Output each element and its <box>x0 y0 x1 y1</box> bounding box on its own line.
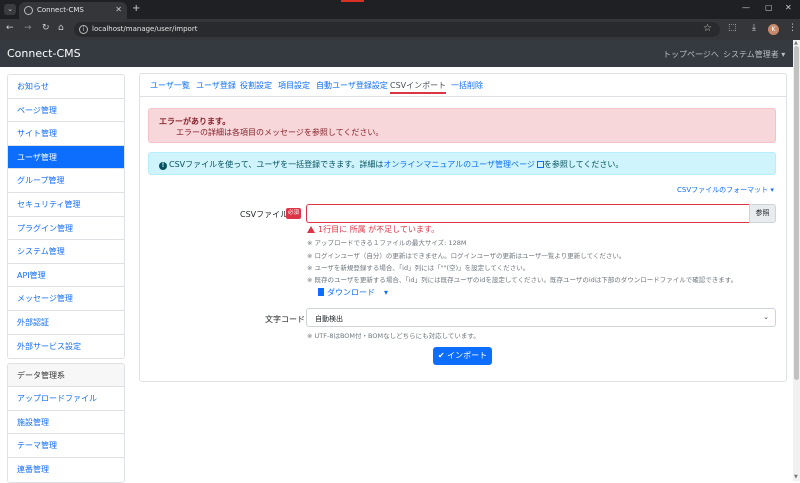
tab-bulk-delete[interactable]: 一括削除 <box>451 80 483 91</box>
csv-format-dropdown[interactable]: CSVファイルのフォーマット ▾ <box>677 185 774 195</box>
tab-divider <box>140 96 786 97</box>
note-max-size: ※ アップロードできる１ファイルの最大サイズ: 128M <box>307 239 467 247</box>
download-button[interactable]: ダウンロード ▾ <box>318 287 388 298</box>
error-alert: エラーがあります。 エラーの詳細は各項目のメッセージを参照してください。 <box>148 108 776 143</box>
sidebar-item-service[interactable]: 外部サービス設定 <box>8 334 124 359</box>
profile-avatar[interactable]: K <box>768 24 779 35</box>
encoding-select[interactable]: 自動検出 ⌄ <box>306 308 776 327</box>
tab-csv-import[interactable]: CSVインポート <box>390 80 447 94</box>
tab-search-button[interactable]: ⌄ <box>4 4 16 15</box>
note-new-user-id: ※ ユーザを新規登録する場合、「id」列には「""(空)」を設定してください。 <box>307 264 530 272</box>
csv-error-message: 1行目に 所属 が不足しています。 <box>318 225 440 234</box>
tab-close-icon[interactable]: ✕ <box>115 5 122 14</box>
browser-toolbar: ← → ↻ ⌂ i localhost/manage/user/import ☆… <box>0 19 800 40</box>
required-badge: 必須 <box>286 208 302 219</box>
sidebar-item-numbering[interactable]: 連番管理 <box>8 457 124 482</box>
sidebar-item-message[interactable]: メッセージ管理 <box>8 287 124 311</box>
sidebar-item-notice[interactable]: お知らせ <box>8 75 124 99</box>
data-menu: データ管理系 アップロードファイル 施設管理 テーマ管理 連番管理 <box>7 363 125 483</box>
info-icon: ! <box>159 162 167 170</box>
reload-icon[interactable]: ↻ <box>42 23 50 33</box>
tab-user-register[interactable]: ユーザ登録 <box>196 80 236 91</box>
brand-logo[interactable]: Connect-CMS <box>7 47 81 60</box>
tab-role-settings[interactable]: 役割設定 <box>240 80 272 91</box>
address-bar[interactable]: i localhost/manage/user/import ☆ <box>74 22 720 37</box>
note-self-update: ※ ログインユーザ（自分）の更新はできません。ログインユーザの更新はユーザ一覧よ… <box>307 252 626 260</box>
import-button[interactable]: ✔ インポート <box>433 347 492 365</box>
csv-error-text: 1行目に 所属 が不足しています。 <box>307 224 439 235</box>
download-label: ダウンロード <box>327 288 375 297</box>
sidebar-item-group[interactable]: グループ管理 <box>8 169 124 193</box>
home-icon[interactable]: ⌂ <box>58 23 64 33</box>
tab-auto-register[interactable]: 自動ユーザ登録設定 <box>316 80 388 91</box>
sidebar-item-facility[interactable]: 施設管理 <box>8 410 124 435</box>
tab-user-list[interactable]: ユーザ一覧 <box>150 80 190 91</box>
bookmark-star-icon[interactable]: ☆ <box>703 23 712 34</box>
note-encoding: ※ UTF-8はBOM付・BOMなしどちらにも対応しています。 <box>307 332 480 340</box>
sidebar-item-system[interactable]: システム管理 <box>8 240 124 264</box>
csv-file-input[interactable] <box>306 204 749 223</box>
url-text: localhost/manage/user/import <box>92 25 198 33</box>
external-link-icon <box>536 161 544 168</box>
back-icon[interactable]: ← <box>6 23 14 33</box>
window-close-button[interactable]: ✕ <box>785 3 792 12</box>
recording-indicator <box>341 0 364 2</box>
sidebar-item-page[interactable]: ページ管理 <box>8 98 124 123</box>
sidebar-item-theme[interactable]: テーマ管理 <box>8 434 124 458</box>
admin-menu[interactable]: システム管理者 ▾ <box>723 49 785 60</box>
new-tab-button[interactable]: + <box>132 3 140 14</box>
tab-title: Connect-CMS <box>37 6 84 14</box>
browser-tab-bar: ⌄ Connect-CMS ✕ + — ▢ ✕ <box>0 0 800 19</box>
sidebar-item-security[interactable]: セキュリティ管理 <box>8 192 124 217</box>
download-caret-icon[interactable]: ▾ <box>384 288 388 297</box>
sidebar-item-user[interactable]: ユーザ管理 <box>8 145 124 170</box>
encoding-value: 自動検出 <box>315 315 343 323</box>
globe-icon <box>24 6 33 15</box>
chevron-down-icon: ⌄ <box>763 313 769 321</box>
scroll-down-icon[interactable]: ▼ <box>794 474 798 480</box>
sidebar-header-data: データ管理系 <box>8 364 124 388</box>
browser-tab[interactable]: Connect-CMS ✕ <box>19 2 127 19</box>
minimize-button[interactable]: — <box>742 3 750 12</box>
info-text-after: を参照してください。 <box>543 160 624 169</box>
info-text: ! CSVファイルを使って、ユーザを一括登録できます。詳細はオンラインマニュアルの… <box>159 159 623 170</box>
sidebar-item-plugin[interactable]: プラグイン管理 <box>8 216 124 241</box>
csv-file-label: CSVファイル <box>240 210 289 219</box>
encoding-label: 文字コード <box>265 315 305 324</box>
sidebar-item-auth[interactable]: 外部認証 <box>8 310 124 335</box>
manage-menu: お知らせ ページ管理 サイト管理 ユーザ管理 グループ管理 セキュリティ管理 プ… <box>7 74 125 360</box>
maximize-button[interactable]: ▢ <box>765 3 773 12</box>
warning-icon <box>307 226 315 233</box>
site-info-icon[interactable]: i <box>79 25 88 34</box>
error-message: エラーの詳細は各項目のメッセージを参照してください。 <box>176 128 384 137</box>
download-icon[interactable]: ⤓ <box>752 23 756 33</box>
manual-link[interactable]: オンラインマニュアルのユーザ管理ページ <box>383 160 534 169</box>
browse-button[interactable]: 参照 <box>749 204 776 223</box>
note-existing-user-id: ※ 既存のユーザを更新する場合、「id」列には既存ユーザのidを設定してください… <box>307 276 738 284</box>
info-text-before: CSVファイルを使って、ユーザを一括登録できます。詳細は <box>169 160 384 169</box>
browser-menu-icon[interactable]: ⋮ <box>788 23 797 33</box>
tab-field-settings[interactable]: 項目設定 <box>278 80 310 91</box>
file-icon <box>318 288 324 296</box>
forward-icon[interactable]: → <box>24 23 32 33</box>
extensions-icon[interactable]: ⬚ <box>728 23 737 33</box>
sidebar-item-site[interactable]: サイト管理 <box>8 122 124 146</box>
page-scrollbar[interactable]: ▲ ▼ <box>793 40 800 481</box>
top-page-link[interactable]: トップページへ <box>663 49 719 60</box>
sidebar-item-api[interactable]: API管理 <box>8 263 124 288</box>
sidebar-item-uploads[interactable]: アップロードファイル <box>8 387 124 411</box>
scrollbar-thumb[interactable] <box>794 46 799 380</box>
admin-sidebar: お知らせ ページ管理 サイト管理 ユーザ管理 グループ管理 セキュリティ管理 プ… <box>7 74 125 483</box>
info-alert: ! CSVファイルを使って、ユーザを一括登録できます。詳細はオンラインマニュアルの… <box>148 152 776 175</box>
error-heading: エラーがあります。 <box>159 117 231 126</box>
app-navbar: Connect-CMS トップページへ システム管理者 ▾ <box>0 40 793 67</box>
